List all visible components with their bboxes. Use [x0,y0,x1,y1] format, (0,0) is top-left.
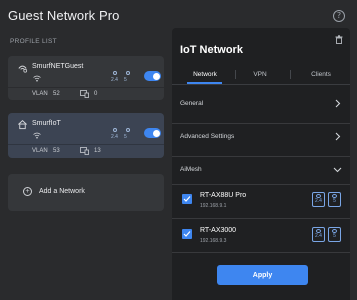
node-name: RT-AX3000 [200,227,237,234]
chevron-right-icon [335,132,341,141]
tab-network[interactable]: Network [180,71,230,78]
profile-footer: VLAN 52 0 [8,88,164,100]
band-group: 2.4 5 [110,71,134,83]
profile-list-label: PROFILE LIST [10,38,57,45]
node-ip: 192.168.9.1 [200,203,227,209]
chevron-right-icon [335,99,341,108]
band-icon: 2.4 [110,128,121,140]
node-ip: 192.168.9.3 [200,238,227,244]
node-bands: 2.4 5 [312,227,341,242]
vlan-label: VLAN [32,148,48,154]
node-name: RT-AX88U Pro [200,192,247,199]
divider [172,184,350,185]
profile-toggle[interactable] [144,71,161,81]
profile-toggle[interactable] [144,128,161,138]
wifi-icon [33,75,41,82]
section-general[interactable]: General [172,90,350,118]
device-icon [80,147,89,155]
divider [172,84,350,85]
band-group: 2.4 5 [110,128,134,140]
trash-icon[interactable] [335,35,343,44]
divider [172,218,350,219]
band-icon: 2.4 [312,227,325,242]
band-icon: 5 [328,192,341,207]
section-label: General [180,100,204,107]
chevron-down-icon [333,167,342,173]
apply-button[interactable]: Apply [217,265,308,285]
section-label: Advanced Settings [180,133,235,140]
profile-footer: VLAN 53 13 [8,145,164,157]
app-title: Guest Network Pro [8,8,120,23]
band-icon: 5 [123,71,134,83]
node-bands: 2.4 5 [312,192,341,207]
vlan-value: 53 [53,148,60,154]
vlan-label: VLAN [32,91,48,97]
add-icon: + [23,187,32,196]
tab-vpn[interactable]: VPN [235,71,285,78]
add-network-button[interactable]: + Add a Network [8,174,164,211]
check-icon [183,231,191,237]
device-icon [80,90,89,98]
band-icon: 2.4 [110,71,121,83]
tab-clients[interactable]: Clients [296,71,346,78]
iot-home-icon [18,120,27,130]
device-count: 0 [94,91,98,97]
profile-name: SmurfIoT [32,120,61,127]
profile-detail-panel: IoT Network Network VPN Clients General … [172,28,350,300]
node-checkbox[interactable] [182,229,192,239]
mesh-node: RT-AX88U Pro 192.168.9.1 2.4 5 [172,186,350,222]
band-icon: 2.4 [312,192,325,207]
band-icon: 5 [123,128,134,140]
help-icon[interactable]: ? [333,10,345,22]
section-label: AiMesh [180,166,202,173]
profile-card-smurfnetguest[interactable]: SmurfNETGuest 2.4 5 VLAN 52 0 [8,56,164,100]
section-advanced-settings[interactable]: Advanced Settings [172,123,350,151]
add-network-label: Add a Network [39,188,85,195]
node-checkbox[interactable] [182,194,192,204]
guest-wifi-icon [18,65,28,73]
device-count: 13 [94,148,101,154]
check-icon [183,196,191,202]
wifi-icon [33,132,41,139]
tab-separator [290,70,291,79]
profile-card-smurfiot[interactable]: SmurfIoT 2.4 5 VLAN 53 13 [8,113,164,158]
panel-title: IoT Network [180,44,243,56]
vlan-value: 52 [53,91,60,97]
section-aimesh[interactable]: AiMesh [172,156,350,184]
divider [172,252,350,253]
profile-name: SmurfNETGuest [32,63,84,70]
band-icon: 5 [328,227,341,242]
tab-bar: Network VPN Clients [172,68,350,84]
